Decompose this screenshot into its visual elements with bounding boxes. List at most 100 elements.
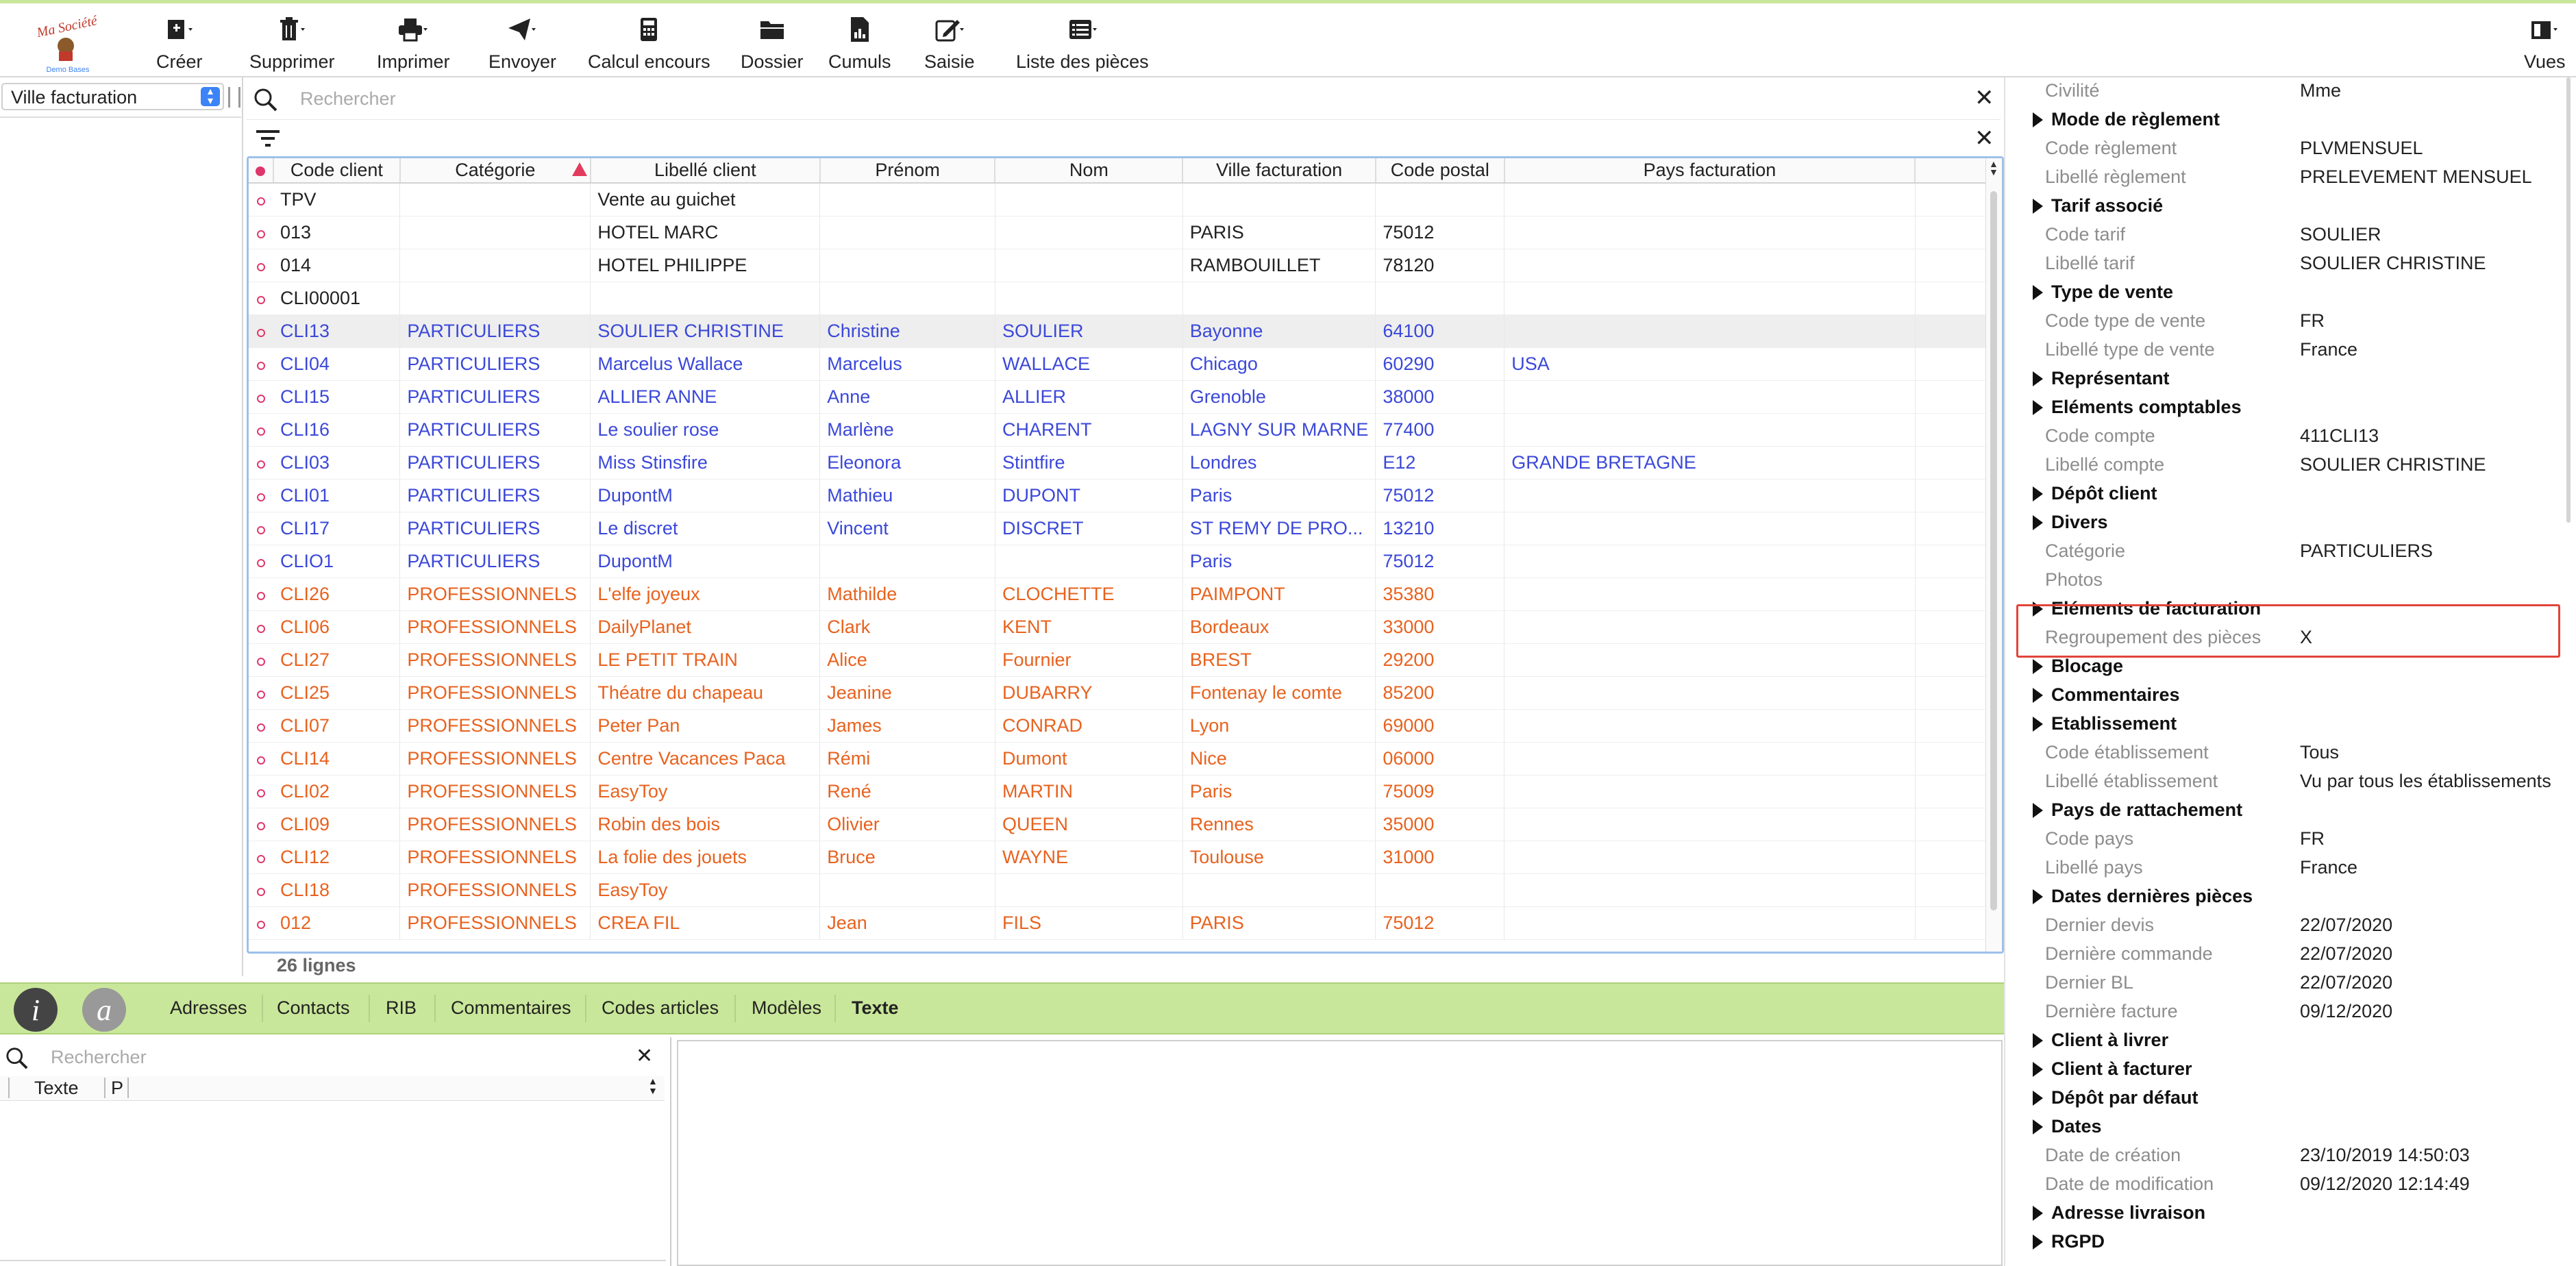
- calcul-encours-button[interactable]: Calcul encours: [588, 13, 710, 76]
- detail-section-header[interactable]: Dates: [2005, 1116, 2564, 1145]
- scroll-thumb[interactable]: [2566, 77, 2571, 523]
- section-toggle[interactable]: Dépôt par défaut: [2033, 1087, 2199, 1108]
- info-button[interactable]: i: [14, 988, 58, 1032]
- section-toggle[interactable]: RGPD: [2033, 1231, 2105, 1252]
- detail-scrollbar[interactable]: [2564, 77, 2576, 1266]
- column-header[interactable]: Texte: [34, 1078, 79, 1099]
- detail-section-header[interactable]: Mode de règlement: [2005, 109, 2564, 138]
- table-row[interactable]: CLI01 PARTICULIERS DupontM Mathieu DUPONT Par…: [249, 479, 2002, 512]
- table-row[interactable]: CLI13 PARTICULIERS SOULIER CHRISTINE Christ…: [249, 314, 2002, 348]
- column-header[interactable]: Nom: [995, 158, 1184, 184]
- section-toggle[interactable]: Blocage: [2033, 656, 2123, 677]
- detail-section-header[interactable]: RGPD: [2005, 1231, 2564, 1260]
- section-toggle[interactable]: Eléments comptables: [2033, 397, 2242, 418]
- table-row[interactable]: TPV Vente au guichet: [249, 183, 2002, 216]
- tab-texte[interactable]: Texte: [852, 997, 899, 1019]
- create-button[interactable]: Créer: [156, 13, 203, 76]
- table-row[interactable]: CLIO1 PARTICULIERS DupontM Paris 75012: [249, 545, 2002, 578]
- table-row[interactable]: CLI02 PROFESSIONNELS EasyToy René MARTIN Pari…: [249, 775, 2002, 808]
- column-header[interactable]: Libellé client: [590, 158, 821, 184]
- section-toggle[interactable]: Client à facturer: [2033, 1058, 2192, 1080]
- print-button[interactable]: Imprimer: [377, 13, 450, 76]
- section-toggle[interactable]: Représentant: [2033, 368, 2170, 389]
- detail-section-header[interactable]: Etablissement: [2005, 713, 2564, 742]
- table-row[interactable]: CLI07 PROFESSIONNELS Peter Pan James CONRAD L…: [249, 709, 2002, 743]
- table-row[interactable]: CLI16 PARTICULIERS Le soulier rose Marlène C…: [249, 413, 2002, 447]
- column-header[interactable]: Pays facturation: [1504, 158, 1916, 184]
- detail-section-header[interactable]: Représentant: [2005, 368, 2564, 397]
- column-header[interactable]: Code postal: [1375, 158, 1505, 184]
- table-row[interactable]: CLI00001: [249, 282, 2002, 315]
- table-row[interactable]: 014 HOTEL PHILIPPE RAMBOUILLET 78120: [249, 249, 2002, 282]
- tab-modeles[interactable]: Modèles: [752, 997, 821, 1019]
- clear-text-search-icon[interactable]: ✕: [636, 1044, 653, 1068]
- cumuls-button[interactable]: Cumuls: [828, 13, 891, 76]
- table-row[interactable]: CLI09 PROFESSIONNELS Robin des bois Olivier…: [249, 808, 2002, 841]
- detail-section-header[interactable]: Divers: [2005, 512, 2564, 541]
- table-row[interactable]: CLI12 PROFESSIONNELS La folie des jouets Br…: [249, 841, 2002, 874]
- section-toggle[interactable]: Divers: [2033, 512, 2108, 533]
- section-toggle[interactable]: Commentaires: [2033, 684, 2180, 706]
- column-header[interactable]: Code client: [273, 158, 401, 184]
- detail-section-header[interactable]: Client à livrer: [2005, 1030, 2564, 1058]
- detail-section-header[interactable]: Pays de rattachement: [2005, 799, 2564, 828]
- tab-contacts[interactable]: Contacts: [277, 997, 350, 1019]
- detail-section-header[interactable]: Dates dernières pièces: [2005, 886, 2564, 915]
- detail-section-header[interactable]: Commentaires: [2005, 684, 2564, 713]
- views-button[interactable]: Vues: [2524, 13, 2566, 76]
- send-button[interactable]: Envoyer: [488, 13, 556, 76]
- at-button[interactable]: a: [82, 988, 126, 1032]
- tab-codes-articles[interactable]: Codes articles: [602, 997, 719, 1019]
- column-header[interactable]: P: [111, 1078, 123, 1099]
- table-row[interactable]: CLI17 PARTICULIERS Le discret Vincent DISCRE…: [249, 512, 2002, 545]
- saisie-button[interactable]: Saisie: [924, 13, 975, 76]
- text-search-input[interactable]: Rechercher: [51, 1047, 147, 1068]
- close-filter-icon[interactable]: ✕: [1974, 125, 1994, 152]
- table-row[interactable]: CLI15 PARTICULIERS ALLIER ANNE Anne ALLIER Gr…: [249, 380, 2002, 414]
- filter-icon[interactable]: [256, 129, 280, 148]
- clear-search-icon[interactable]: ✕: [1974, 84, 1994, 112]
- scroll-thumb[interactable]: [1990, 191, 1997, 910]
- column-header[interactable]: Catégorie: [399, 158, 591, 184]
- column-header[interactable]: Ville facturation: [1182, 158, 1376, 184]
- filter-select[interactable]: Ville facturation ▴ ▾: [1, 83, 224, 110]
- section-toggle[interactable]: Dates dernières pièces: [2033, 886, 2253, 907]
- section-toggle[interactable]: Dépôt client: [2033, 483, 2157, 504]
- section-toggle[interactable]: Etablissement: [2033, 713, 2177, 734]
- table-row[interactable]: CLI18 PROFESSIONNELS EasyToy: [249, 873, 2002, 907]
- grid-scrollbar[interactable]: ▲ ▼: [1985, 158, 2002, 952]
- detail-section-header[interactable]: Adresse livraison: [2005, 1202, 2564, 1231]
- table-row[interactable]: CLI27 PROFESSIONNELS LE PETIT TRAIN Alice Fo…: [249, 643, 2002, 677]
- table-row[interactable]: CLI26 PROFESSIONNELS L'elfe joyeux Mathilde…: [249, 578, 2002, 611]
- tab-rib[interactable]: RIB: [386, 997, 417, 1019]
- detail-section-header[interactable]: Blocage: [2005, 656, 2564, 684]
- detail-section-header[interactable]: Dépôt client: [2005, 483, 2564, 512]
- section-toggle[interactable]: Adresse livraison: [2033, 1202, 2205, 1224]
- grid-search-input[interactable]: Rechercher: [300, 88, 396, 110]
- liste-pieces-button[interactable]: Liste des pièces: [1016, 13, 1149, 76]
- folder-button[interactable]: Dossier: [741, 13, 804, 76]
- table-row[interactable]: CLI14 PROFESSIONNELS Centre Vacances Paca R…: [249, 742, 2002, 775]
- section-toggle[interactable]: Client à livrer: [2033, 1030, 2168, 1051]
- section-toggle[interactable]: Dates: [2033, 1116, 2102, 1137]
- section-toggle[interactable]: Tarif associé: [2033, 195, 2163, 216]
- panel-resize-handle[interactable]: [228, 87, 240, 108]
- table-row[interactable]: CLI25 PROFESSIONNELS Théatre du chapeau Jea…: [249, 676, 2002, 710]
- table-row[interactable]: 013 HOTEL MARC PARIS 75012: [249, 216, 2002, 249]
- section-toggle[interactable]: Type de vente: [2033, 282, 2173, 303]
- table-row[interactable]: CLI06 PROFESSIONNELS DailyPlanet Clark KENT B…: [249, 610, 2002, 644]
- section-toggle[interactable]: Mode de règlement: [2033, 109, 2220, 130]
- detail-section-header[interactable]: Client à facturer: [2005, 1058, 2564, 1087]
- detail-section-header[interactable]: Dépôt par défaut: [2005, 1087, 2564, 1116]
- table-row[interactable]: CLI03 PARTICULIERS Miss Stinsfire Eleonora S…: [249, 446, 2002, 480]
- tab-adresses[interactable]: Adresses: [170, 997, 247, 1019]
- column-header[interactable]: Prénom: [819, 158, 996, 184]
- section-toggle[interactable]: Pays de rattachement: [2033, 799, 2242, 821]
- detail-section-header[interactable]: Eléments comptables: [2005, 397, 2564, 425]
- delete-button[interactable]: Supprimer: [249, 13, 335, 76]
- table-row[interactable]: 012 PROFESSIONNELS CREA FIL Jean FILS PARIS 75…: [249, 906, 2002, 940]
- tab-commentaires[interactable]: Commentaires: [451, 997, 571, 1019]
- detail-section-header[interactable]: Type de vente: [2005, 282, 2564, 310]
- detail-section-header[interactable]: Tarif associé: [2005, 195, 2564, 224]
- text-editor-area[interactable]: [677, 1040, 2003, 1266]
